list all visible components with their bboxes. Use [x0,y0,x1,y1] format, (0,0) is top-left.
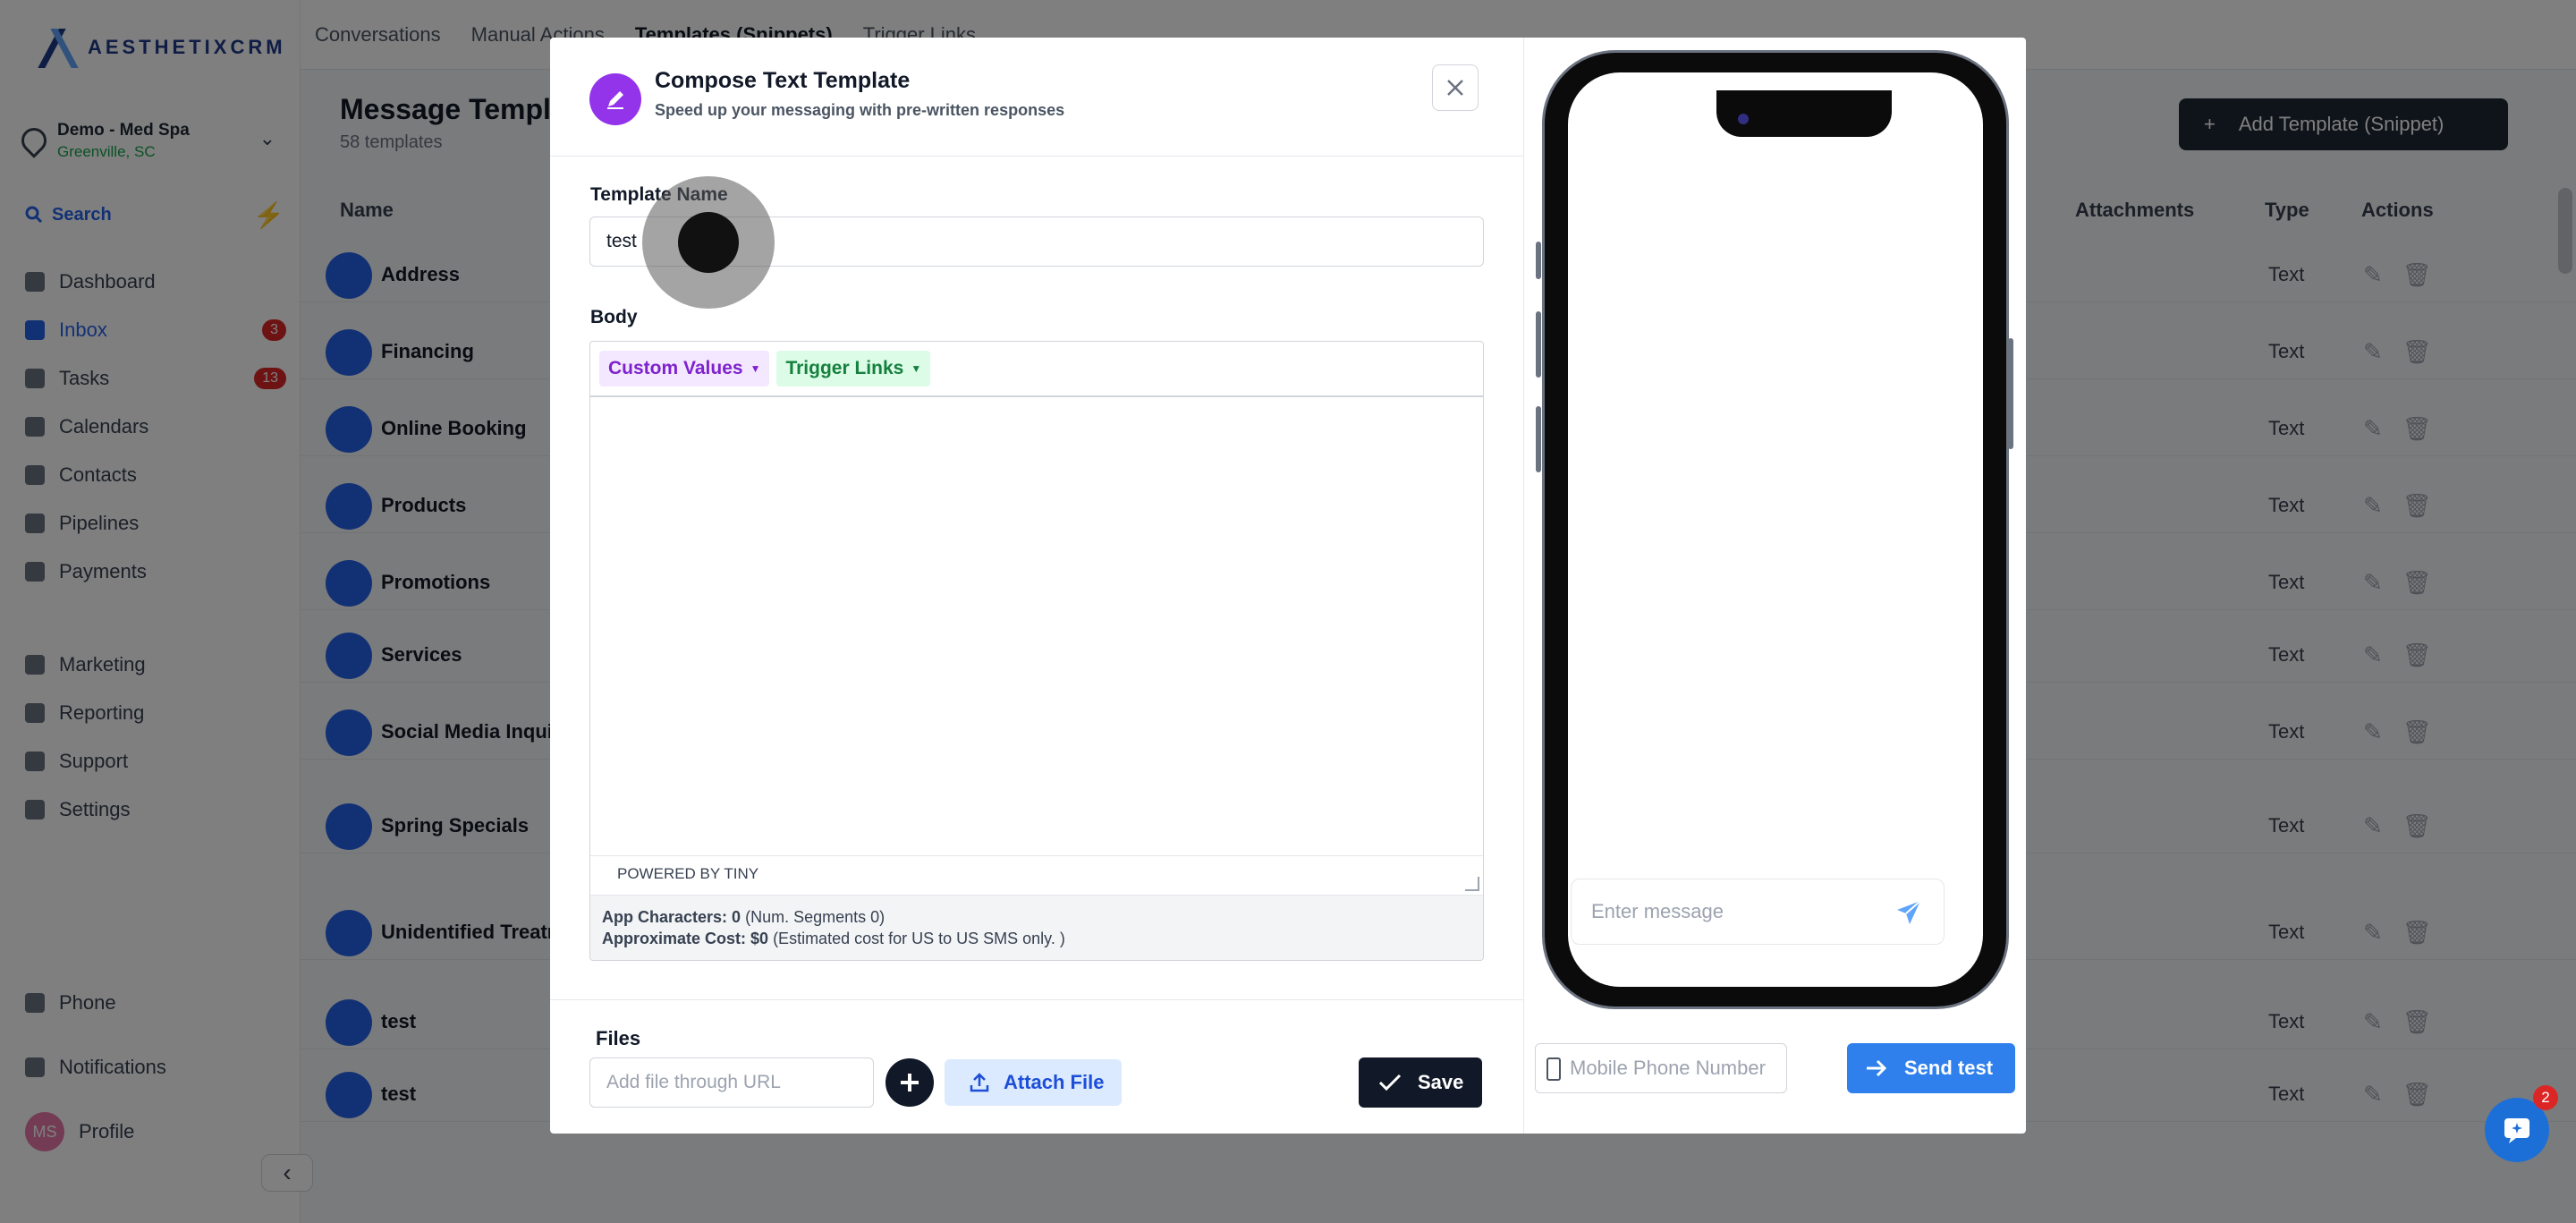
check-icon [1378,1074,1402,1091]
close-button[interactable] [1432,64,1479,111]
message-stats: App Characters: 0 (Num. Segments 0) Appr… [590,895,1483,960]
caret-down-icon: ▼ [911,362,922,375]
send-icon[interactable] [1895,899,1922,926]
plus-icon [901,1074,919,1091]
trigger-links-dropdown[interactable]: Trigger Links ▼ [776,351,931,386]
caret-down-icon: ▼ [750,362,761,375]
arrow-right-icon [1867,1059,1887,1077]
editor-toolbar: Custom Values ▼ Trigger Links ▼ [590,342,1483,397]
modal-title: Compose Text Template [655,68,911,93]
phone-side-button [1536,311,1541,378]
resize-handle-icon[interactable] [1465,877,1479,891]
phone-screen [1568,72,1983,987]
cost-note: (Estimated cost for US to US SMS only. ) [773,930,1065,947]
footer-divider [550,999,1523,1000]
compose-form: Compose Text Template Speed up your mess… [550,38,1523,1134]
body-label: Body [590,307,638,327]
header-divider [550,156,1523,157]
custom-values-dropdown[interactable]: Custom Values ▼ [599,351,770,386]
phone-side-button [1536,406,1541,472]
body-editor: Custom Values ▼ Trigger Links ▼ POWERED BY… [589,341,1484,961]
editor-statusbar: POWERED BY TINY [590,855,1483,895]
files-label: Files [596,1027,641,1049]
compose-template-modal: Compose Text Template Speed up your mess… [550,38,2026,1134]
add-url-button[interactable] [886,1058,934,1107]
chat-badge: 2 [2533,1085,2558,1110]
attach-file-button[interactable]: Attach File [945,1059,1122,1106]
cursor-dot [678,212,739,273]
app-characters: App Characters: 0 [602,908,741,926]
powered-by-tiny[interactable]: POWERED BY TINY [617,865,758,882]
chat-icon [2504,1118,2529,1143]
pencil-icon [589,73,641,125]
approximate-cost: Approximate Cost: $0 [602,930,769,947]
close-icon [1447,80,1463,96]
file-url-input[interactable] [589,1057,874,1108]
modal-subtitle: Speed up your messaging with pre-written… [655,101,1065,119]
mobile-number-input[interactable] [1570,1044,1784,1092]
send-test-button[interactable]: Send test [1847,1043,2015,1093]
segments-note: (Num. Segments 0) [745,908,886,926]
save-button[interactable]: Save [1359,1057,1482,1108]
preview-message-input[interactable] [1572,879,1876,944]
mobile-phone-icon [1546,1057,1561,1081]
camera-icon [1738,114,1749,124]
mobile-number-field [1535,1043,1787,1093]
preview-pane [1523,38,2026,1134]
phone-side-button [1536,242,1541,279]
editor-content-area[interactable] [590,397,1483,855]
phone-preview [1542,50,2009,1009]
preview-message-box [1571,879,1945,945]
upload-icon [970,1073,989,1092]
